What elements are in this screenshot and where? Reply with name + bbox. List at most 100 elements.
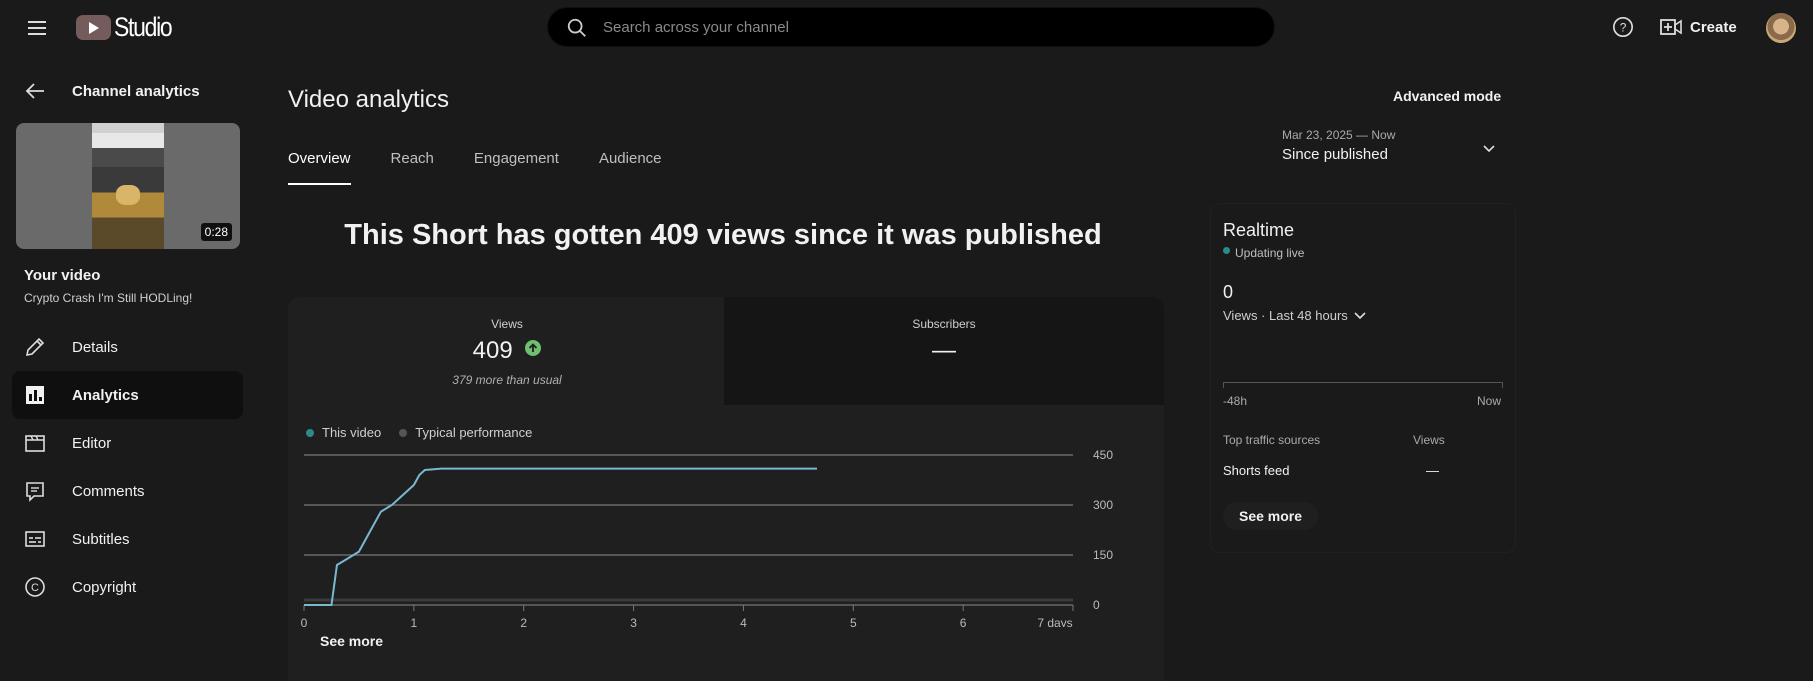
chart-legend: This video Typical performance [306, 425, 550, 440]
search-bar[interactable] [547, 7, 1275, 47]
traffic-header-source: Top traffic sources [1223, 433, 1321, 447]
x-tick-label: 4 [740, 616, 747, 627]
thumbnail-image [92, 123, 164, 249]
traffic-row-source: Shorts feed [1223, 463, 1290, 478]
legend-label: This video [322, 425, 382, 440]
tab-overview[interactable]: Overview [288, 150, 351, 185]
x-tick-label: 0 [301, 616, 308, 627]
subscribers-label: Subscribers [912, 317, 976, 331]
sidebar-item-copyright[interactable]: C Copyright [12, 563, 243, 611]
search-input[interactable] [603, 8, 1243, 46]
your-video-label: Your video [24, 267, 101, 284]
views-label: Views [491, 317, 523, 331]
x-tick-label: 3 [630, 616, 637, 627]
sidebar-nav: Details Analytics Editor Comments Subtit… [12, 323, 243, 611]
tab-audience[interactable]: Audience [599, 150, 662, 185]
summary-headline: This Short has gotten 409 views since it… [344, 219, 1102, 251]
realtime-title: Realtime [1223, 220, 1295, 240]
sidebar-item-editor[interactable]: Editor [12, 419, 243, 467]
sidebar-item-subtitles[interactable]: Subtitles [12, 515, 243, 563]
views-card: Views 409 379 more than usual Subscriber… [288, 297, 1164, 681]
chevron-down-icon [1354, 311, 1366, 319]
y-tick-label: 300 [1093, 498, 1113, 512]
top-bar: Studio ? Create [0, 0, 1813, 54]
realtime-see-more-button[interactable]: See more [1223, 502, 1319, 530]
realtime-axis-end: Now [1477, 394, 1502, 408]
create-button[interactable]: Create [1660, 14, 1737, 40]
video-duration: 0:28 [200, 223, 232, 241]
views-chart: 450 300 150 0 0 1 2 3 4 5 6 7 days [301, 448, 1114, 627]
date-range-dates: Mar 23, 2025 — Now [1282, 128, 1396, 142]
date-range-label: Since published [1282, 146, 1388, 163]
chevron-down-icon [1483, 145, 1495, 153]
legend-this-video: This video [306, 425, 381, 440]
sidebar-item-comments[interactable]: Comments [12, 467, 243, 515]
x-tick-label: 1 [411, 616, 418, 627]
views-value-row: 409 [288, 337, 726, 365]
legend-typical: Typical performance [399, 425, 532, 440]
y-tick-label: 0 [1093, 598, 1100, 612]
clapperboard-icon [25, 435, 45, 452]
realtime-value: 0 [1223, 282, 1234, 302]
subtitles-icon [25, 531, 45, 547]
legend-dot [306, 428, 314, 437]
analytics-tabs: Overview Reach Engagement Audience [288, 150, 702, 185]
sidebar-item-label: Details [72, 338, 118, 356]
sidebar-item-label: Editor [72, 434, 112, 452]
sidebar-item-label: Comments [72, 482, 145, 500]
legend-dot [399, 428, 408, 437]
analytics-icon [26, 386, 44, 404]
video-title: Crypto Crash I'm Still HODLing! [24, 291, 193, 305]
tab-reach[interactable]: Reach [391, 150, 434, 185]
logo-text: Studio [114, 11, 173, 42]
arrow-up-circle-icon [525, 340, 542, 356]
views-note: 379 more than usual [452, 373, 562, 387]
tab-engagement[interactable]: Engagement [474, 150, 559, 185]
youtube-play-icon [76, 14, 111, 40]
back-label: Channel analytics [72, 82, 200, 100]
traffic-row-views: — [1426, 463, 1439, 478]
sidebar-item-label: Subtitles [72, 530, 130, 548]
back-arrow-icon[interactable] [24, 80, 46, 102]
sidebar-item-label: Copyright [72, 578, 137, 596]
menu-icon[interactable] [26, 16, 50, 40]
sidebar-item-analytics[interactable]: Analytics [12, 371, 243, 419]
x-tick-label: 2 [520, 616, 527, 627]
subscribers-value: — [932, 337, 956, 364]
svg-text:C: C [31, 582, 39, 594]
sidebar-item-details[interactable]: Details [12, 323, 243, 371]
x-tick-label: 7 days [1037, 616, 1072, 627]
y-tick-label: 150 [1093, 548, 1113, 562]
realtime-axis-start: -48h [1223, 394, 1248, 408]
subscribers-metric-tab[interactable]: Subscribers — [724, 297, 1164, 405]
realtime-live-label: Updating live [1235, 246, 1305, 260]
advanced-mode-button[interactable]: Advanced mode [1393, 88, 1501, 104]
comment-icon [26, 482, 44, 502]
studio-logo[interactable]: Studio [76, 12, 182, 42]
sidebar-item-label: Analytics [72, 386, 139, 404]
x-tick-label: 6 [960, 616, 967, 627]
realtime-card: Realtime Updating live 0 Views · Last 48… [1210, 203, 1516, 553]
page-title: Video analytics [288, 86, 449, 113]
search-icon[interactable] [566, 17, 588, 39]
video-thumbnail[interactable]: 0:28 [16, 123, 240, 249]
views-value: 409 [472, 337, 513, 364]
views-metric-tab[interactable]: Views 409 379 more than usual [288, 297, 726, 405]
copyright-icon: C [25, 577, 45, 597]
legend-label: Typical performance [415, 425, 533, 440]
create-label: Create [1690, 18, 1737, 36]
x-tick-label: 5 [850, 616, 857, 627]
realtime-status: Updating live [1223, 246, 1304, 260]
avatar[interactable] [1766, 13, 1796, 43]
traffic-header-views: Views [1413, 433, 1445, 447]
series-line-this-video [304, 467, 818, 606]
svg-text:?: ? [1620, 21, 1627, 35]
help-icon[interactable]: ? [1612, 16, 1634, 38]
back-to-channel-analytics[interactable]: Channel analytics [24, 80, 200, 102]
realtime-metric-dropdown[interactable]: Views · Last 48 hours [1223, 308, 1367, 323]
realtime-bar-chart [1223, 382, 1503, 388]
realtime-metric-label: Views · Last 48 hours [1223, 308, 1348, 323]
date-range-picker[interactable]: Mar 23, 2025 — Now Since published [1282, 128, 1504, 172]
see-more-button[interactable]: See more [310, 627, 393, 655]
y-tick-label: 450 [1093, 448, 1113, 462]
